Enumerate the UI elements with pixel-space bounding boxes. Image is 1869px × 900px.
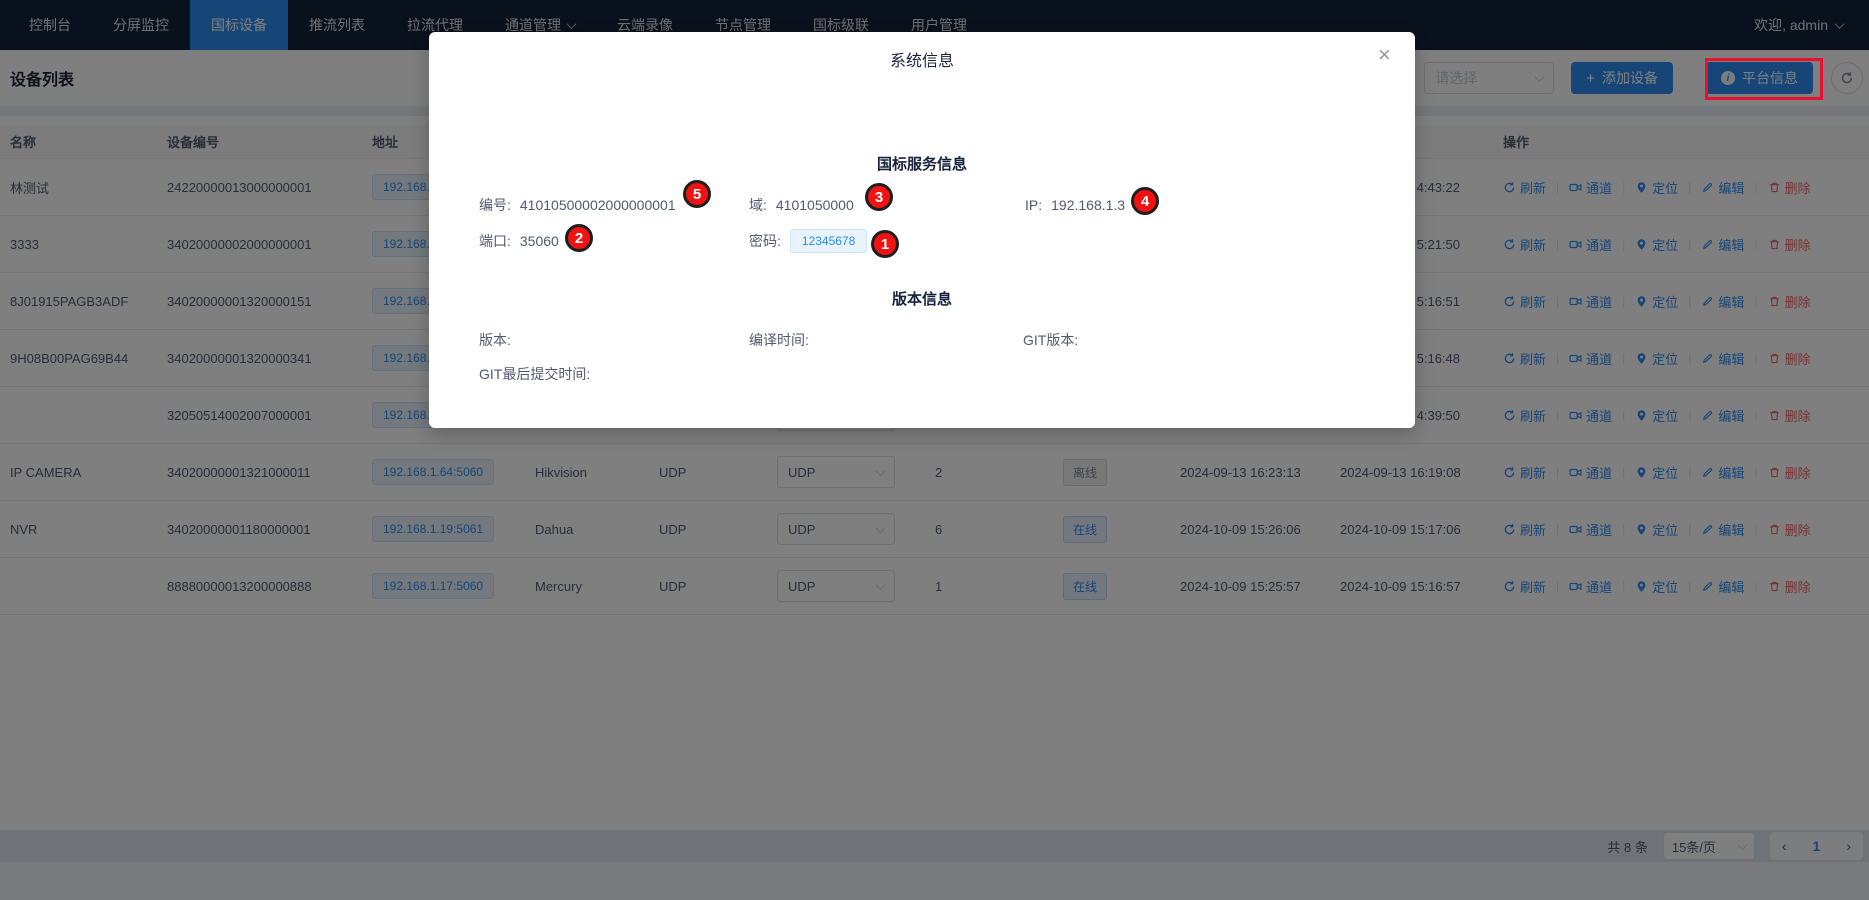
field-git-last-commit: GIT最后提交时间: [479, 360, 590, 388]
field-sn: 编号: 41010500002000000001 [479, 191, 676, 219]
annotation-badge: 1 [871, 230, 899, 258]
password-tag[interactable]: 12345678 [790, 229, 867, 253]
gb-service-section-title: 国标服务信息 [429, 153, 1415, 174]
field-git-version: GIT版本: [1023, 326, 1078, 354]
ip-value: 192.168.1.3 [1051, 197, 1125, 213]
field-ip: IP: 192.168.1.3 [1025, 191, 1125, 219]
sn-value: 41010500002000000001 [520, 197, 676, 213]
annotation-badge: 2 [565, 224, 593, 252]
field-version: 版本: [479, 326, 511, 354]
domain-value: 4101050000 [776, 197, 854, 213]
annotation-badge: 5 [683, 180, 711, 208]
field-domain: 域: 4101050000 [749, 191, 854, 219]
modal-title: 系统信息 [429, 32, 1415, 71]
annotation-badge: 4 [1131, 187, 1159, 215]
version-section-title: 版本信息 [429, 288, 1415, 309]
field-password: 密码: 12345678 [749, 227, 867, 255]
annotation-box-platform-info [1705, 58, 1823, 100]
modal-close-button[interactable]: × [1378, 44, 1391, 66]
annotation-badge: 3 [865, 183, 893, 211]
field-port: 端口: 35060 [479, 227, 559, 255]
field-build-time: 编译时间: [749, 326, 809, 354]
port-value: 35060 [520, 233, 559, 249]
